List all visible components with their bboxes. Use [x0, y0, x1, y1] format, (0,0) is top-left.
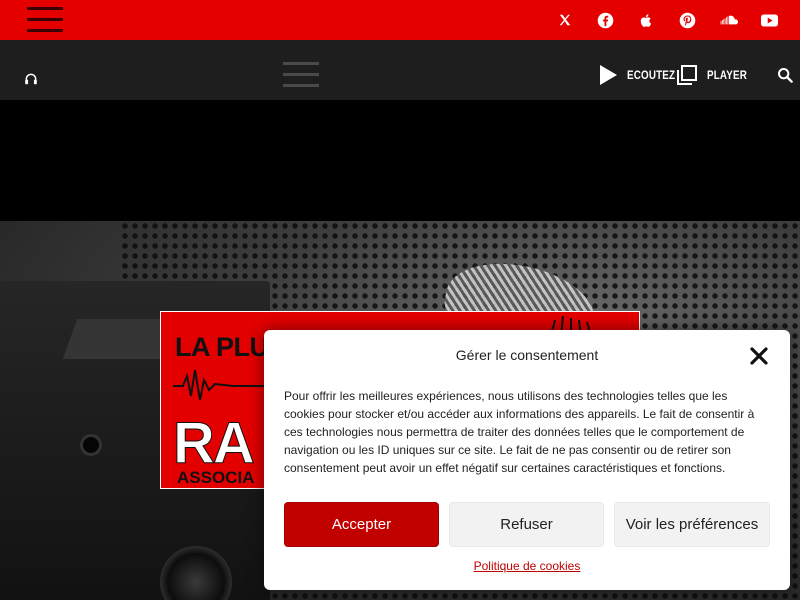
refuse-button[interactable]: Refuser	[449, 502, 604, 547]
close-icon[interactable]	[750, 347, 768, 365]
cookie-consent-modal: Gérer le consentement Pour offrir les me…	[264, 330, 790, 590]
pinterest-icon[interactable]	[677, 10, 698, 31]
hamburger-menu-icon[interactable]	[27, 7, 63, 33]
view-preferences-button[interactable]: Voir les préférences	[614, 502, 770, 547]
play-icon	[600, 65, 617, 85]
nav-menu-icon[interactable]	[283, 62, 319, 88]
youtube-icon[interactable]	[759, 10, 780, 31]
consent-title: Gérer le consentement	[455, 347, 599, 363]
consent-body-text: Pour offrir les meilleures expériences, …	[284, 389, 755, 475]
headphones-logo-icon[interactable]	[24, 72, 38, 86]
x-icon[interactable]	[554, 10, 575, 31]
soundcloud-icon[interactable]	[718, 10, 739, 31]
listen-label: ECOUTEZ	[627, 68, 676, 82]
social-links	[554, 0, 780, 40]
facebook-icon[interactable]	[595, 10, 616, 31]
banner-line-3: ASSOCIA	[177, 468, 255, 487]
listen-button[interactable]: ECOUTEZ	[598, 62, 686, 88]
apple-icon[interactable]	[636, 10, 657, 31]
sound-wave-icon	[173, 369, 273, 401]
header-spacer	[0, 100, 800, 221]
popup-window-icon	[677, 65, 697, 85]
top-bar	[0, 0, 800, 40]
player-button[interactable]: PLAYER	[677, 62, 756, 88]
search-icon[interactable]	[777, 67, 793, 83]
accept-button[interactable]: Accepter	[284, 502, 439, 547]
player-label: PLAYER	[707, 68, 748, 82]
cookie-policy-link[interactable]: Politique de cookies	[264, 559, 790, 573]
banner-line-2: RA	[173, 411, 256, 477]
